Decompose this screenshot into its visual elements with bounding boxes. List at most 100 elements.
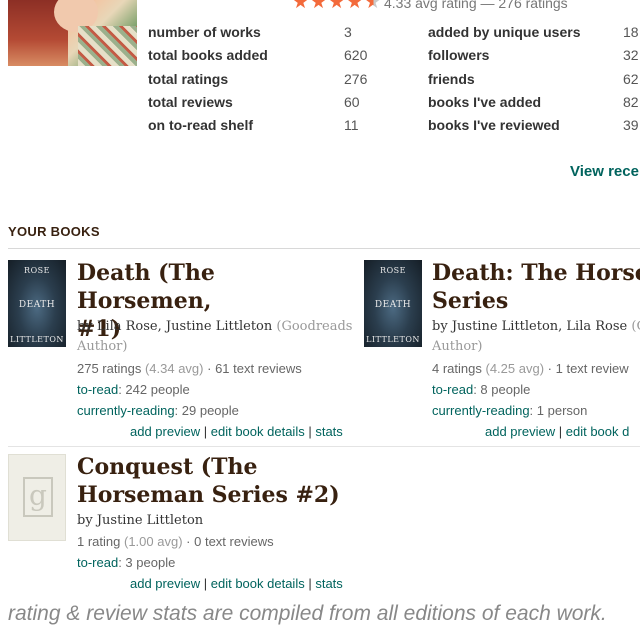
book-byline: by Justine Littleton: [77, 513, 203, 528]
ratings-avg: (4.34 avg): [144, 361, 204, 376]
stat-label-friends: friends: [428, 71, 475, 87]
to-read-stat: to-read: 3 people: [77, 555, 175, 570]
stat-value-books-added: 620: [344, 47, 368, 63]
stat-label-books-ive-reviewed: books I've reviewed: [428, 117, 560, 133]
avg-rating-stars: ★ ★ ★ ★ ★: [292, 0, 382, 12]
stat-value-books-ive-added: 82: [623, 94, 639, 110]
add-preview-link[interactable]: add preview: [130, 576, 200, 591]
to-read-value: : 3 people: [118, 555, 176, 570]
author-note: Author): [432, 339, 483, 354]
separator: |: [558, 424, 563, 439]
author-photo[interactable]: [8, 0, 137, 66]
stat-value-followers: 32: [623, 47, 639, 63]
to-read-link[interactable]: to-read: [432, 382, 473, 397]
author-note: (Goodreads: [276, 319, 353, 334]
stat-value-reviews: 60: [344, 94, 360, 110]
ratings-avg: (1.00 avg): [124, 534, 183, 549]
ratings-count: 1 rating: [77, 534, 121, 549]
separator: |: [203, 576, 208, 591]
book-cover-placeholder[interactable]: g: [8, 454, 66, 541]
stat-label-books-ive-added: books I've added: [428, 94, 542, 110]
book-title-link[interactable]: Conquest (The Horseman Series #2): [77, 453, 357, 509]
star-icon: ★: [292, 0, 310, 13]
book-byline: by Justine Littleton, Lila Rose (Go: [432, 319, 640, 334]
star-icon: ★: [310, 0, 328, 13]
book-rating-stats: 275 ratings (4.34 avg) · 61 text reviews: [77, 361, 302, 376]
book-cover[interactable]: ROSE DEATH LITTLETON: [8, 260, 66, 347]
stat-label-books-added: total books added: [148, 47, 268, 63]
add-preview-link[interactable]: add preview: [485, 424, 555, 439]
reviews-count: · 61 text reviews: [207, 361, 302, 376]
stat-value-friends: 62: [623, 71, 639, 87]
currently-reading-stat: currently-reading: 1 person: [432, 403, 587, 418]
book-byline: by Lila Rose, Justine Littleton (Goodrea…: [77, 319, 352, 334]
separator: |: [203, 424, 208, 439]
cover-text: ROSE: [380, 266, 406, 275]
stat-label-ratings: total ratings: [148, 71, 229, 87]
book-title-line: Horseman Series #2): [77, 482, 340, 508]
cover-text: DEATH: [374, 300, 412, 310]
ratings-count: 275 ratings: [77, 361, 142, 376]
avg-rating-text: 4.33 avg rating — 276 ratings: [384, 0, 568, 11]
stat-value-unique-users: 18: [623, 24, 639, 40]
separator: |: [308, 424, 312, 439]
add-preview-link[interactable]: add preview: [130, 424, 200, 439]
by-label: by: [77, 513, 93, 528]
stats-footnote: rating & review stats are compiled from …: [8, 602, 607, 625]
edit-book-details-link[interactable]: edit book details: [211, 576, 305, 591]
stat-value-works: 3: [344, 24, 352, 40]
row-divider: [8, 446, 640, 447]
to-read-stat: to-read: 8 people: [432, 382, 530, 397]
book-title-line: Death: The Horsem: [432, 260, 640, 286]
edit-book-details-link[interactable]: edit book details: [211, 424, 305, 439]
to-read-stat: to-read: 242 people: [77, 382, 190, 397]
view-recent-link[interactable]: View recen: [570, 163, 640, 180]
stat-value-books-ive-reviewed: 39: [623, 117, 639, 133]
book-authors[interactable]: Justine Littleton, Lila Rose: [452, 319, 627, 334]
stat-label-unique-users: added by unique users: [428, 24, 581, 40]
cover-text: DEATH: [18, 300, 56, 310]
to-read-link[interactable]: to-read: [77, 555, 118, 570]
separator: |: [308, 576, 312, 591]
to-read-link[interactable]: to-read: [77, 382, 118, 397]
book-rating-stats: 1 rating (1.00 avg) · 0 text reviews: [77, 534, 274, 549]
author-note: (Go: [631, 319, 640, 334]
ratings-avg: (4.25 avg): [485, 361, 545, 376]
star-half-icon: ★: [364, 0, 381, 12]
by-label: by: [77, 319, 93, 334]
book-title-line: Death (The Horsemen,: [77, 260, 215, 314]
to-read-value: : 8 people: [473, 382, 531, 397]
stats-link[interactable]: stats: [315, 576, 342, 591]
section-divider: [8, 248, 640, 249]
currently-reading-link[interactable]: currently-reading: [432, 403, 530, 418]
star-icon: ★: [328, 0, 346, 13]
stat-value-ratings: 276: [344, 71, 368, 87]
reviews-count: · 1 text review: [547, 361, 629, 376]
book-authors[interactable]: Justine Littleton: [97, 513, 203, 528]
to-read-value: : 242 people: [118, 382, 190, 397]
stat-label-works: number of works: [148, 24, 261, 40]
stat-label-followers: followers: [428, 47, 490, 63]
stat-value-to-read: 11: [344, 117, 359, 133]
book-authors[interactable]: Lila Rose, Justine Littleton: [97, 319, 272, 334]
book-actions: add preview | edit book d: [485, 424, 629, 439]
book-cover[interactable]: ROSE DEATH LITTLETON: [364, 260, 422, 347]
book-title-link[interactable]: Death: The Horsem Series: [432, 259, 640, 315]
cover-text: ROSE: [24, 266, 50, 275]
by-label: by: [432, 319, 448, 334]
currently-reading-value: : 29 people: [174, 403, 239, 418]
section-title: YOUR BOOKS: [8, 224, 100, 239]
goodreads-g-icon: g: [23, 477, 53, 517]
star-icon: ★: [346, 0, 364, 13]
book-actions: add preview | edit book details | stats: [130, 576, 343, 591]
stats-link[interactable]: stats: [315, 424, 342, 439]
book-title-line: Conquest (The: [77, 454, 258, 480]
currently-reading-link[interactable]: currently-reading: [77, 403, 175, 418]
photo-scarf: [78, 26, 137, 66]
cover-text: LITTLETON: [10, 335, 64, 344]
author-note: Author): [77, 339, 128, 354]
cover-text: LITTLETON: [366, 335, 420, 344]
book-title-line: Series: [432, 288, 509, 314]
stat-label-to-read: on to-read shelf: [148, 117, 254, 133]
edit-book-details-link[interactable]: edit book d: [566, 424, 630, 439]
